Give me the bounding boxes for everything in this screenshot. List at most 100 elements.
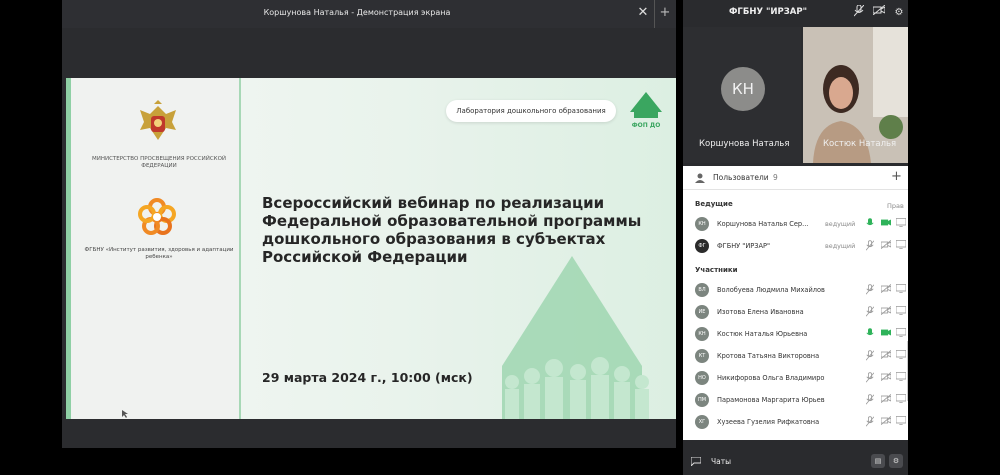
screen-share-icon[interactable]	[895, 217, 907, 230]
screen-share-title: Коршунова Наталья - Демонстрация экрана	[263, 8, 451, 17]
plus-icon[interactable]: +	[656, 4, 674, 22]
video-tiles: КН Коршунова Наталья Костюк Наталья	[683, 27, 908, 163]
user-name: Кротова Татьяна Викторовна	[717, 352, 820, 360]
user-name: Никифорова Ольга Владимировна	[717, 374, 825, 382]
ministry-emblem-icon	[140, 100, 176, 140]
presentation-slide: МИНИСТЕРСТВО ПРОСВЕЩЕНИЯ РОССИЙСКОЙ ФЕДЕ…	[66, 78, 676, 419]
screen-share-icon[interactable]	[895, 283, 907, 296]
users-header[interactable]: Пользователи 9 +	[683, 166, 908, 190]
chats-bar[interactable]: Чаты ▤ ⚙	[683, 448, 908, 475]
chats-label: Чаты	[711, 457, 732, 466]
users-icon	[695, 173, 705, 183]
microphone-off-icon[interactable]	[865, 284, 875, 296]
header-divider	[654, 0, 655, 28]
user-role: ведущий	[825, 242, 856, 250]
avatar: КН	[695, 327, 709, 341]
video-tile-kostyuk[interactable]: Костюк Наталья	[803, 27, 908, 163]
user-name: Коршунова Наталья Сер...	[717, 220, 809, 228]
participant-row[interactable]: ВЛ Волобуева Людмила Михайловна	[683, 280, 908, 300]
fop-do-logo-text: ФОП ДО	[632, 122, 661, 129]
camera-icon[interactable]	[880, 218, 892, 230]
camera-off-icon[interactable]	[880, 284, 892, 296]
users-title: Пользователи	[713, 173, 769, 182]
participant-row[interactable]: КН Костюк Наталья Юрьевна	[683, 324, 908, 344]
host-row[interactable]: КН Коршунова Наталья Сер... ведущий	[683, 214, 908, 234]
avatar: ВЛ	[695, 283, 709, 297]
lab-badge: Лаборатория дошкольного образования	[446, 100, 616, 122]
video-tile-korshunova[interactable]: КН Коршунова Наталья	[683, 27, 801, 163]
slide-divider	[239, 78, 241, 419]
users-count: 9	[773, 173, 778, 182]
participant-row[interactable]: ХГ Хузеева Гузелия Рифкатовна	[683, 412, 908, 432]
conference-sidebar: ФГБНУ "ИРЗАР" ⚙ КН Коршунова Наталья Кос…	[683, 0, 908, 475]
users-scrollbar[interactable]	[907, 341, 908, 401]
avatar: ФГ	[695, 239, 709, 253]
webinar-date: 29 марта 2024 г., 10:00 (мск)	[262, 370, 473, 385]
mouse-cursor-icon	[122, 410, 128, 418]
screen-share-icon[interactable]	[895, 349, 907, 362]
institute-name: ФГБНУ «Институт развития, здоровья и ада…	[84, 247, 234, 260]
microphone-icon[interactable]	[865, 218, 875, 230]
user-role: ведущий	[825, 220, 856, 228]
ministry-name: МИНИСТЕРСТВО ПРОСВЕЩЕНИЯ РОССИЙСКОЙ ФЕДЕ…	[91, 156, 227, 169]
camera-off-icon[interactable]	[880, 350, 892, 362]
avatar: КН	[721, 67, 765, 111]
screen-share-icon[interactable]	[895, 415, 907, 428]
conference-app: Коршунова Наталья - Демонстрация экрана …	[0, 0, 1000, 475]
microphone-off-icon[interactable]	[865, 394, 875, 406]
room-header: ФГБНУ "ИРЗАР" ⚙	[683, 0, 908, 26]
camera-icon[interactable]	[880, 328, 892, 340]
avatar: ИЕ	[695, 305, 709, 319]
chat-list-icon[interactable]: ▤	[871, 454, 885, 468]
avatar: ПМ	[695, 393, 709, 407]
avatar: КТ	[695, 349, 709, 363]
screen-share-icon[interactable]	[895, 239, 907, 252]
screen-share-icon[interactable]	[895, 327, 907, 340]
camera-off-icon[interactable]	[871, 4, 887, 21]
screen-share-icon[interactable]	[895, 393, 907, 406]
participant-row[interactable]: НО Никифорова Ольга Владимировна	[683, 368, 908, 388]
screen-share-icon[interactable]	[895, 305, 907, 318]
rights-column-label: Прав	[887, 202, 904, 210]
avatar: КН	[695, 217, 709, 231]
host-row[interactable]: ФГ ФГБНУ "ИРЗАР" ведущий	[683, 236, 908, 256]
user-name: Волобуева Людмила Михайловна	[717, 286, 825, 294]
add-user-button[interactable]: +	[891, 169, 902, 184]
user-name: Костюк Наталья Юрьевна	[717, 330, 808, 338]
user-name: ФГБНУ "ИРЗАР"	[717, 242, 770, 250]
close-icon[interactable]: ✕	[634, 4, 652, 22]
microphone-off-icon[interactable]	[865, 372, 875, 384]
microphone-off-icon[interactable]	[865, 306, 875, 318]
microphone-off-icon[interactable]	[865, 240, 875, 252]
user-name: Хузеева Гузелия Рифкатовна	[717, 418, 820, 426]
screen-share-icon[interactable]	[895, 371, 907, 384]
participant-row[interactable]: ИЕ Изотова Елена Ивановна	[683, 302, 908, 322]
tile-name: Коршунова Наталья	[699, 139, 790, 149]
microphone-off-icon[interactable]	[851, 4, 867, 21]
participant-row[interactable]: ПМ Парамонова Маргарита Юрьевна	[683, 390, 908, 410]
chat-icon	[691, 457, 701, 466]
gear-icon[interactable]: ⚙	[889, 454, 903, 468]
camera-off-icon[interactable]	[880, 240, 892, 252]
room-title: ФГБНУ "ИРЗАР"	[729, 7, 807, 17]
microphone-off-icon[interactable]	[865, 350, 875, 362]
screen-share-header: Коршунова Наталья - Демонстрация экрана …	[62, 0, 676, 28]
camera-off-icon[interactable]	[880, 394, 892, 406]
institute-logo-icon	[138, 198, 176, 235]
tile-name: Костюк Наталья	[823, 139, 897, 149]
participant-row[interactable]: КТ Кротова Татьяна Викторовна	[683, 346, 908, 366]
microphone-icon[interactable]	[865, 328, 875, 340]
camera-off-icon[interactable]	[880, 372, 892, 384]
gear-icon[interactable]: ⚙	[891, 5, 907, 21]
users-panel: Пользователи 9 + Ведущие Прав КН Коршунов…	[683, 166, 908, 440]
participants-section-label: Участники	[695, 266, 738, 274]
user-name: Парамонова Маргарита Юрьевна	[717, 396, 825, 404]
camera-off-icon[interactable]	[880, 416, 892, 428]
hosts-section-label: Ведущие	[695, 200, 733, 208]
house-illustration-icon	[502, 256, 649, 419]
microphone-off-icon[interactable]	[865, 416, 875, 428]
avatar: ХГ	[695, 415, 709, 429]
fop-do-logo-icon: ФОП ДО	[630, 92, 662, 129]
camera-off-icon[interactable]	[880, 306, 892, 318]
avatar: НО	[695, 371, 709, 385]
